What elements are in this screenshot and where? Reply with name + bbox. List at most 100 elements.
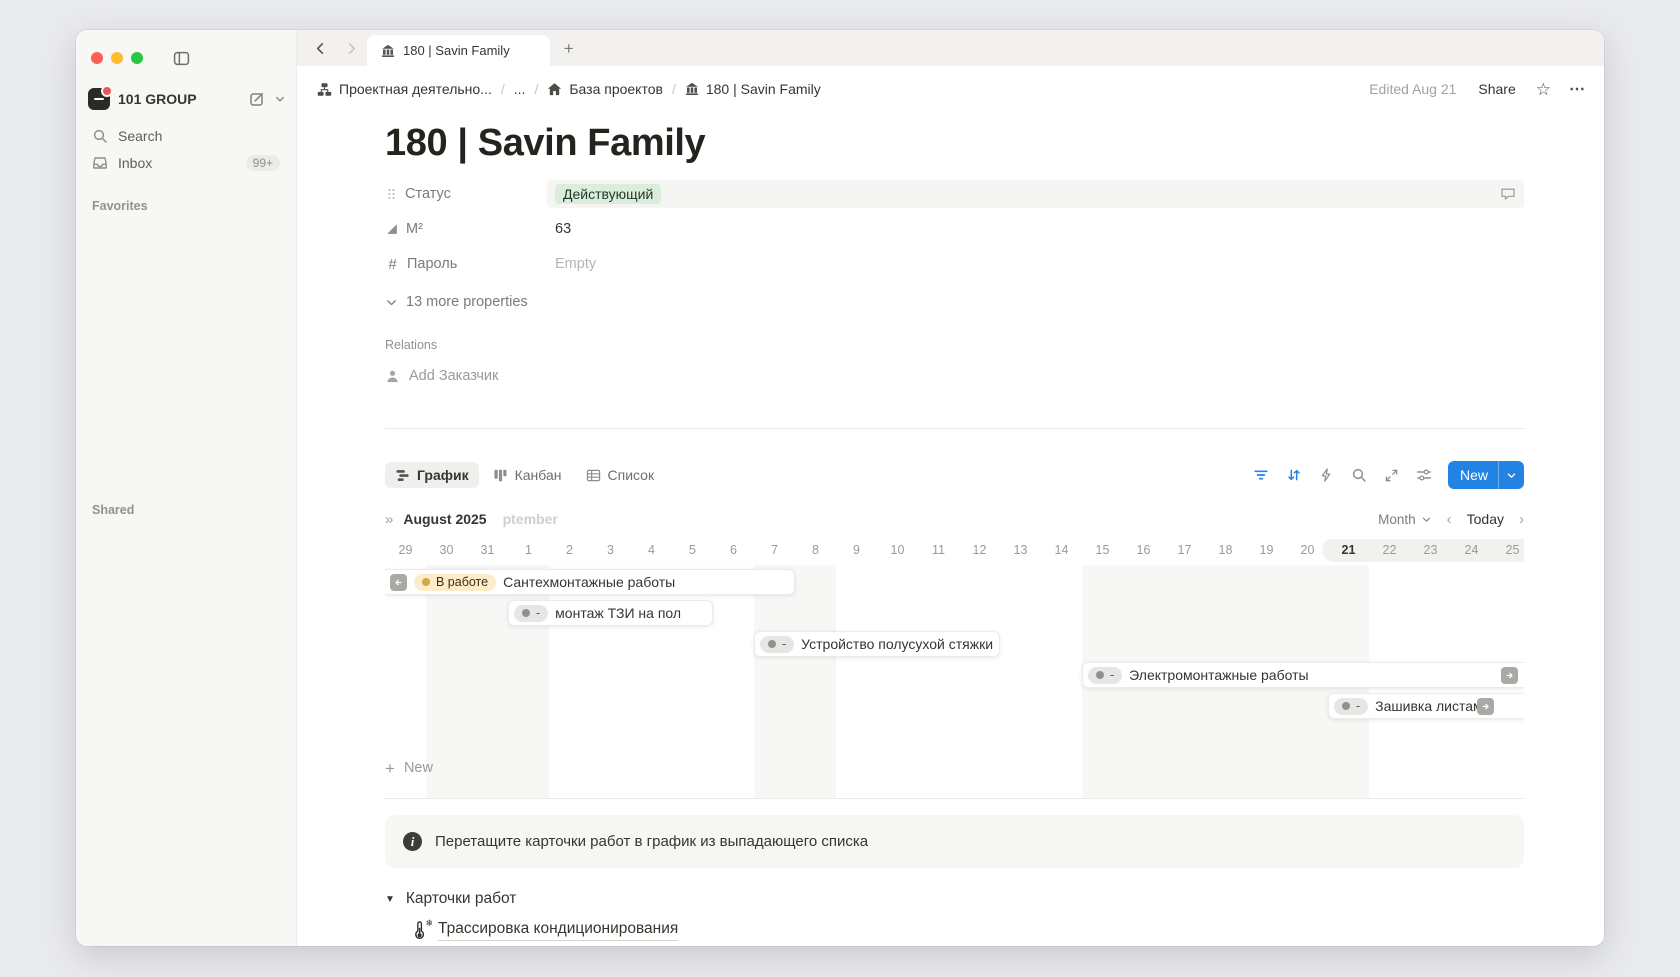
new-button-chevron-icon[interactable] — [1499, 470, 1524, 481]
tab-title: 180 | Savin Family — [403, 43, 510, 58]
timeline-day: 19 — [1246, 543, 1287, 557]
timeline-canvas: 2930311234567891011121314151617181920212… — [385, 539, 1524, 799]
sidebar-section-shared: Shared — [92, 503, 280, 517]
sidebar-item-search[interactable]: Search — [84, 123, 288, 149]
timeline-bar-title: Электромонтажные работы — [1129, 667, 1308, 683]
timeline-day: 17 — [1164, 543, 1205, 557]
scroll-to-start-icon[interactable] — [390, 574, 407, 591]
view-tab-timeline[interactable]: График — [385, 462, 479, 488]
history-back-icon[interactable] — [313, 41, 328, 56]
double-chevron-icon[interactable]: » — [385, 511, 393, 528]
timeline-day: 18 — [1205, 543, 1246, 557]
breadcrumb-ellipsis[interactable]: ... — [514, 81, 526, 97]
timeline-date-header: 2930311234567891011121314151617181920212… — [385, 539, 1524, 561]
timeline-day: 5 — [672, 543, 713, 557]
add-relation-button[interactable]: Add Заказчик — [385, 364, 1524, 388]
timeline-bar[interactable]: - Зашивка листами — [1328, 693, 1524, 719]
timeline-bar[interactable]: В работеСантехмонтажные работы — [385, 569, 795, 595]
timeline-bar[interactable]: -Устройство полусухой стяжки — [754, 631, 1000, 657]
workspace-switcher[interactable]: 101 GROUP — [88, 86, 286, 112]
status-label: В работе — [436, 575, 488, 589]
automation-zap-icon[interactable] — [1319, 467, 1334, 483]
more-options-icon[interactable]: ⋯ — [1569, 79, 1586, 99]
work-card-link[interactable]: ❄ Трассировка кондиционирования — [412, 920, 1524, 941]
sidebar: 101 GROUP Search Inbox — [76, 30, 297, 946]
property-row-password: # Пароль Empty — [385, 250, 1524, 278]
timeline-next-icon[interactable]: › — [1519, 511, 1524, 528]
property-row-area: М² 63 — [385, 215, 1524, 243]
building-icon — [381, 44, 395, 58]
zoom-window-button[interactable] — [131, 52, 143, 64]
status-label: - — [1356, 699, 1360, 713]
scroll-to-end-icon[interactable] — [1501, 667, 1518, 684]
breadcrumb-item-current[interactable]: 180 | Savin Family — [685, 81, 821, 97]
status-tag[interactable]: Действующий — [555, 184, 661, 204]
timeline-today-button[interactable]: Today — [1467, 511, 1504, 527]
status-pill: - — [514, 605, 548, 622]
sidebar-item-inbox[interactable]: Inbox 99+ — [84, 150, 288, 176]
favorite-star-icon[interactable]: ☆ — [1536, 81, 1551, 98]
expand-icon[interactable] — [1384, 468, 1399, 483]
section-divider — [385, 428, 1524, 429]
person-icon — [385, 369, 400, 384]
timeline-day: 22 — [1369, 543, 1410, 557]
toggle-triangle-icon[interactable]: ▼ — [385, 894, 395, 905]
timeline-bar[interactable]: - Электромонтажные работы — [1082, 662, 1524, 688]
chevron-down-icon[interactable] — [274, 93, 286, 105]
page-header: Проектная деятельно... / ... / База прое… — [297, 66, 1604, 112]
timeline-prev-icon[interactable]: ‹ — [1447, 511, 1452, 528]
new-tab-button[interactable]: + — [564, 40, 574, 57]
minimize-window-button[interactable] — [111, 52, 123, 64]
sidebar-toggle-icon[interactable] — [173, 50, 190, 67]
view-tab-kanban[interactable]: Канбан — [483, 462, 572, 488]
page-content: 180 | Savin Family Статус Действующий — [297, 112, 1604, 946]
org-chart-icon — [317, 82, 332, 97]
property-value-area[interactable]: 63 — [547, 215, 1524, 243]
compose-icon[interactable] — [249, 91, 265, 107]
drag-handle-icon[interactable] — [385, 187, 398, 201]
search-icon[interactable] — [1351, 467, 1367, 483]
property-label[interactable]: Статус — [385, 186, 547, 202]
timeline-bar-title: Зашивка листами — [1375, 698, 1490, 714]
timeline-month-row: » August 2025 ptember Month ‹ Today › — [385, 509, 1524, 529]
close-window-button[interactable] — [91, 52, 103, 64]
info-icon: i — [403, 832, 422, 851]
comment-icon[interactable] — [1500, 186, 1516, 202]
breadcrumb-item[interactable]: База проектов — [547, 81, 663, 97]
timeline-day: 10 — [877, 543, 918, 557]
timeline-day: 31 — [467, 543, 508, 557]
property-row-status: Статус Действующий — [385, 180, 1524, 208]
property-label[interactable]: # Пароль — [385, 256, 547, 273]
share-button[interactable]: Share — [1478, 81, 1515, 97]
cards-toggle[interactable]: ▼ Карточки работ — [385, 890, 1524, 908]
view-tab-list[interactable]: Список — [576, 462, 665, 488]
timeline-bar[interactable]: -монтаж ТЗИ на пол — [508, 600, 713, 626]
kanban-view-icon — [493, 468, 508, 483]
sort-icon[interactable] — [1286, 467, 1302, 483]
scroll-to-end-icon[interactable] — [1477, 698, 1494, 715]
property-label[interactable]: М² — [385, 221, 547, 237]
filter-icon[interactable] — [1253, 467, 1269, 483]
status-pill: - — [1334, 698, 1368, 715]
search-icon — [92, 128, 108, 144]
workspace-name: 101 GROUP — [118, 91, 241, 107]
tab-active[interactable]: 180 | Savin Family — [367, 35, 550, 66]
breadcrumb-item[interactable]: Проектная деятельно... — [317, 81, 492, 97]
table-view-icon — [586, 468, 601, 483]
timeline-zoom-select[interactable]: Month — [1378, 512, 1432, 527]
page-title[interactable]: 180 | Savin Family — [385, 120, 1524, 166]
timeline-add-new-button[interactable]: + New — [385, 756, 1524, 780]
status-pill: В работе — [414, 574, 496, 591]
more-properties-toggle[interactable]: 13 more properties — [385, 288, 1524, 316]
status-label: - — [1110, 668, 1114, 682]
property-value-status[interactable]: Действующий — [547, 180, 1524, 208]
timeline-day: 29 — [385, 543, 426, 557]
property-value-password[interactable]: Empty — [547, 250, 1524, 278]
relations-heading: Relations — [385, 338, 1524, 352]
home-icon — [547, 82, 562, 97]
history-forward-icon[interactable] — [344, 41, 359, 56]
new-record-button[interactable]: New — [1448, 461, 1524, 489]
view-settings-sliders-icon[interactable] — [1416, 467, 1432, 483]
timeline-day-today: 21 — [1328, 543, 1369, 557]
edited-timestamp: Edited Aug 21 — [1369, 81, 1456, 97]
